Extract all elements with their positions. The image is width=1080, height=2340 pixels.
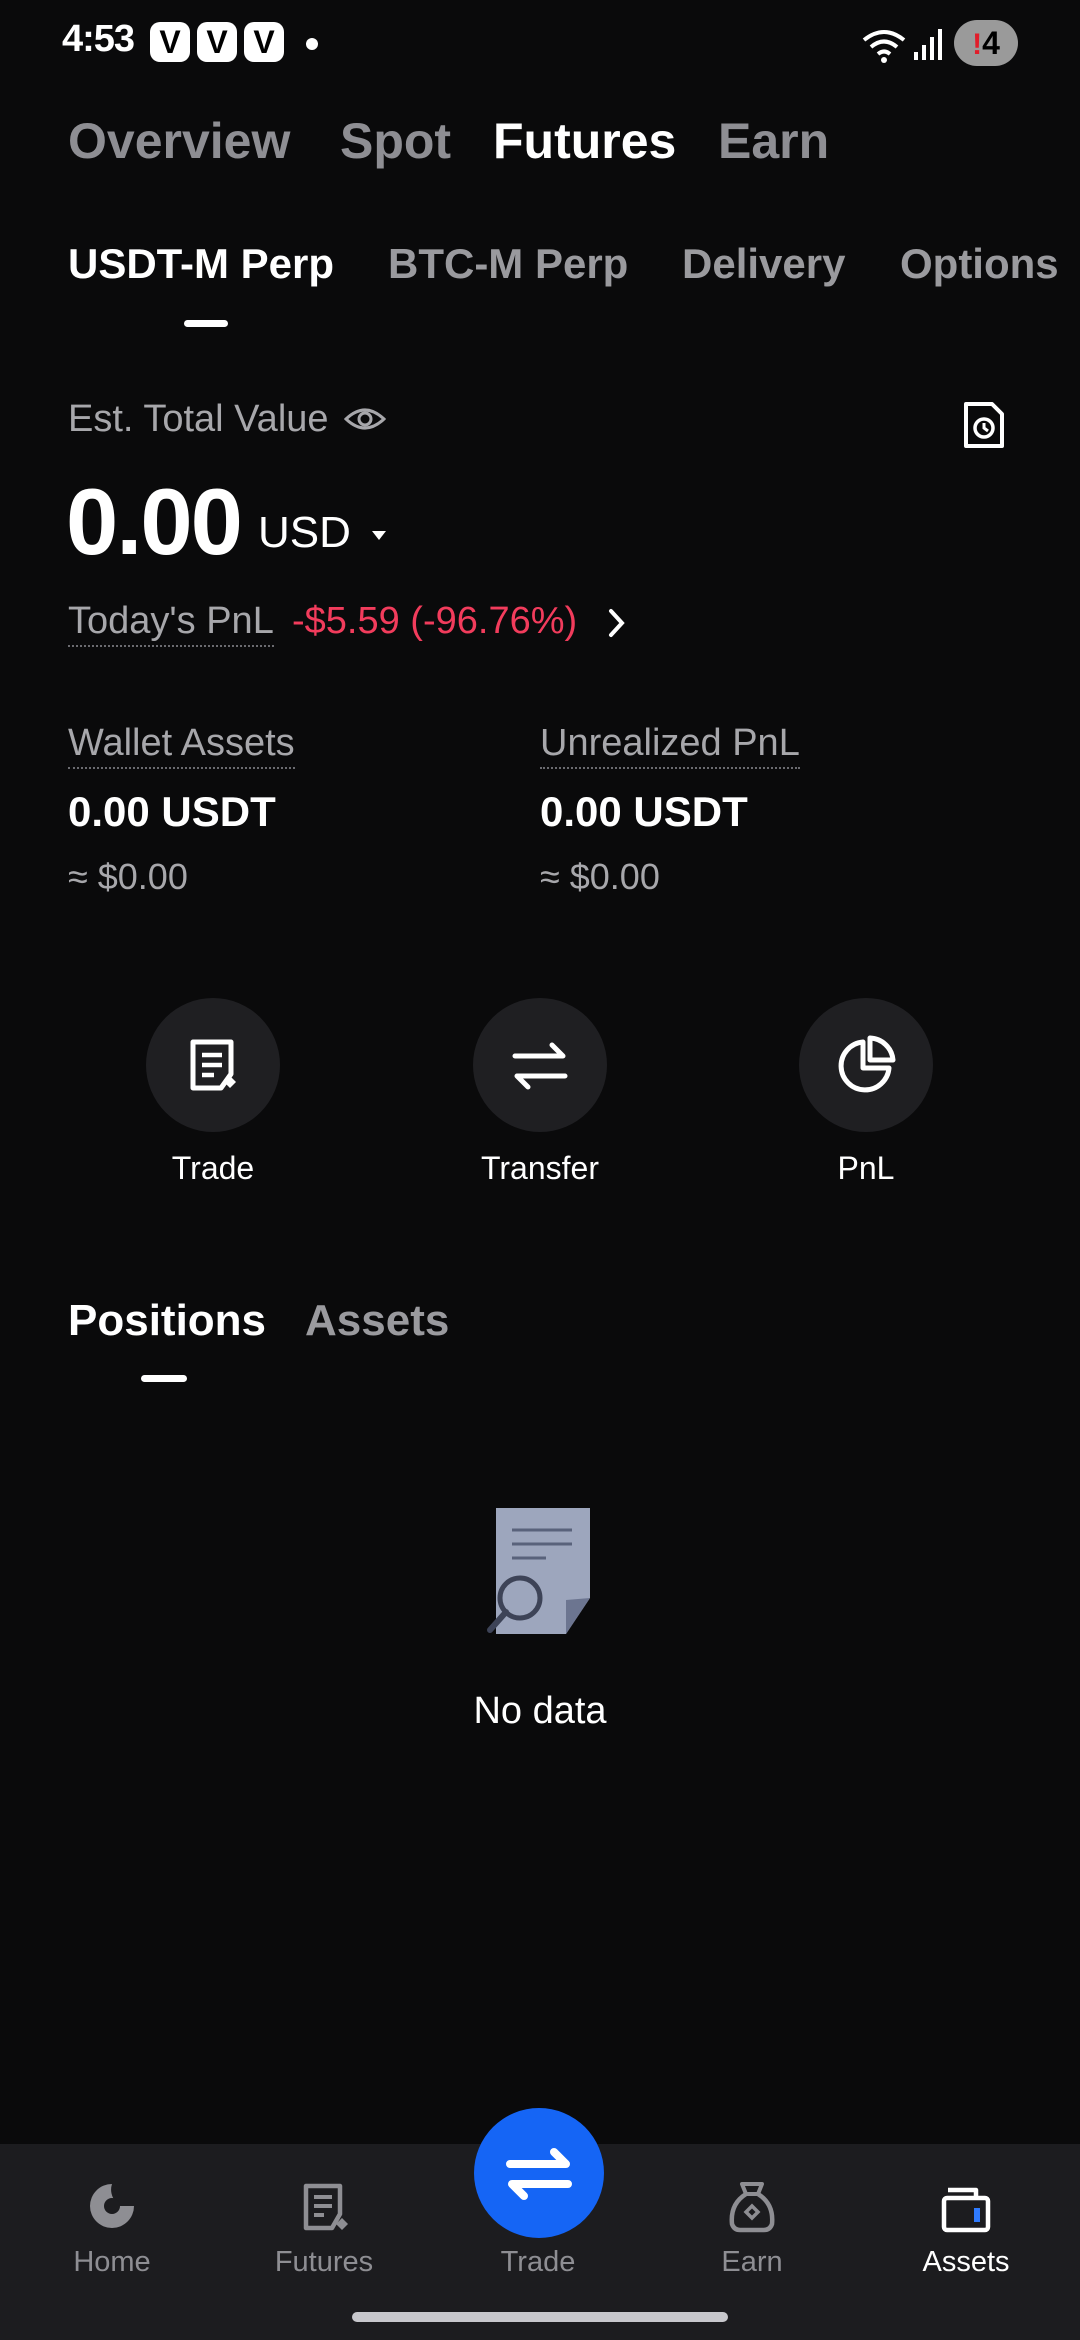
tab-spot[interactable]: Spot [340,112,451,170]
notification-badge: V [244,22,284,62]
todays-pnl-value[interactable]: -$5.59 (-96.76%) [292,600,577,643]
tab-futures[interactable]: Futures [493,112,676,170]
caret-down-icon [372,531,387,541]
home-icon [90,2184,134,2228]
total-value: 0.00 [66,469,243,574]
history-icon[interactable] [962,400,1006,450]
status-time: 4:53 [62,18,135,60]
subtab-indicator [184,320,228,327]
battery-level: 4 [982,25,1000,61]
signal-icon [914,29,942,60]
unrealized-pnl-usd: ≈ $0.00 [540,856,660,897]
tab-overview[interactable]: Overview [68,112,290,170]
subtab-options[interactable]: Options [900,240,1059,288]
nav-futures-label: Futures [274,2246,374,2278]
pnl-action-button[interactable] [799,998,933,1132]
trade-fab-button[interactable] [474,2108,604,2238]
futures-icon [303,2183,348,2231]
wifi-icon [862,30,906,63]
eye-icon[interactable] [344,404,386,434]
nav-home-label: Home [73,2246,151,2278]
currency-selector[interactable]: USD [258,508,389,558]
tab-assets[interactable]: Assets [305,1296,449,1346]
earn-icon [729,2182,775,2233]
battery-indicator: !4 [954,20,1018,66]
trade-icon [190,1039,236,1091]
trade-action-button[interactable] [146,998,280,1132]
empty-state-text: No data [473,1690,607,1732]
wallet-assets-label[interactable]: Wallet Assets [68,722,295,769]
tab-earn[interactable]: Earn [718,112,829,170]
nav-assets-label: Assets [922,2246,1010,2278]
subtab-usdt-m-perp[interactable]: USDT-M Perp [68,240,334,288]
notification-badge: V [197,22,237,62]
trade-action-label: Trade [171,1150,255,1186]
est-total-value-label: Est. Total Value [68,398,329,440]
subtab-btc-m-perp[interactable]: BTC-M Perp [388,240,628,288]
nav-assets[interactable] [886,2180,1046,2300]
transfer-action-button[interactable] [473,998,607,1132]
nav-futures[interactable] [244,2180,404,2300]
pnl-action-label: PnL [837,1150,895,1186]
todays-pnl-label[interactable]: Today's PnL [68,600,274,647]
tab-positions[interactable]: Positions [68,1296,266,1346]
positions-tab-indicator [141,1375,187,1382]
trade-swap-icon [506,2148,572,2200]
wallet-assets-usd: ≈ $0.00 [68,856,188,897]
no-data-icon [487,1508,590,1634]
currency-label: USD [258,508,351,557]
battery-alert-icon: ! [972,28,983,61]
subtab-delivery[interactable]: Delivery [682,240,845,288]
nav-trade-label: Trade [500,2246,576,2278]
pie-chart-icon [838,1035,896,1093]
home-indicator-bar[interactable] [352,2312,728,2322]
wallet-icon [941,2187,991,2233]
status-dot [306,38,318,50]
transfer-icon [512,1042,568,1090]
wallet-assets-value: 0.00 USDT [68,788,276,835]
nav-home[interactable] [32,2180,192,2300]
notification-badge: V [150,22,190,62]
nav-earn-label: Earn [721,2246,783,2278]
chevron-right-icon[interactable] [606,606,628,640]
unrealized-pnl-label[interactable]: Unrealized PnL [540,722,800,769]
transfer-action-label: Transfer [481,1150,599,1186]
unrealized-pnl-value: 0.00 USDT [540,788,748,835]
nav-earn[interactable] [672,2180,832,2300]
